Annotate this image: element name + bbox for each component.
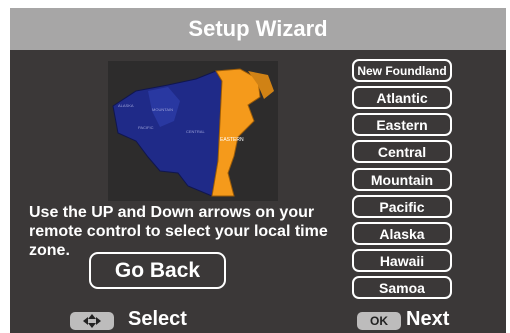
map-label-eastern: EASTERN (220, 137, 244, 143)
timezone-option-hawaii[interactable]: Hawaii (352, 249, 452, 272)
select-label: Select (128, 308, 187, 330)
map-label-alaska: ALASKA (118, 103, 134, 108)
time-zone-map-icon: ALASKA MOUNTAIN PACIFIC CENTRAL EASTERN (108, 61, 278, 201)
next-label: Next (406, 308, 450, 330)
timezone-option-pacific[interactable]: Pacific (352, 195, 452, 218)
map-label-mountain: MOUNTAIN (152, 107, 173, 112)
page-title: Setup Wizard (188, 16, 328, 41)
timezone-option-samoa[interactable]: Samoa (352, 276, 452, 299)
dpad-arrows-icon (83, 314, 101, 328)
timezone-option-mountain[interactable]: Mountain (352, 168, 452, 191)
timezone-option-atlantic[interactable]: Atlantic (352, 86, 452, 109)
timezone-option-new-foundland[interactable]: New Foundland (352, 59, 452, 82)
select-key (70, 312, 114, 330)
setup-wizard-screen: Setup Wizard ALASKA MOUNTAIN PACIFIC CEN… (10, 8, 506, 333)
title-bar: Setup Wizard (10, 8, 506, 50)
timezone-option-central[interactable]: Central (352, 140, 452, 163)
go-back-button[interactable]: Go Back (89, 252, 226, 289)
map-label-pacific: PACIFIC (138, 125, 154, 130)
timezone-option-alaska[interactable]: Alaska (352, 222, 452, 245)
map-label-central: CENTRAL (186, 129, 205, 134)
timezone-option-eastern[interactable]: Eastern (352, 113, 452, 136)
ok-key: OK (357, 312, 401, 330)
